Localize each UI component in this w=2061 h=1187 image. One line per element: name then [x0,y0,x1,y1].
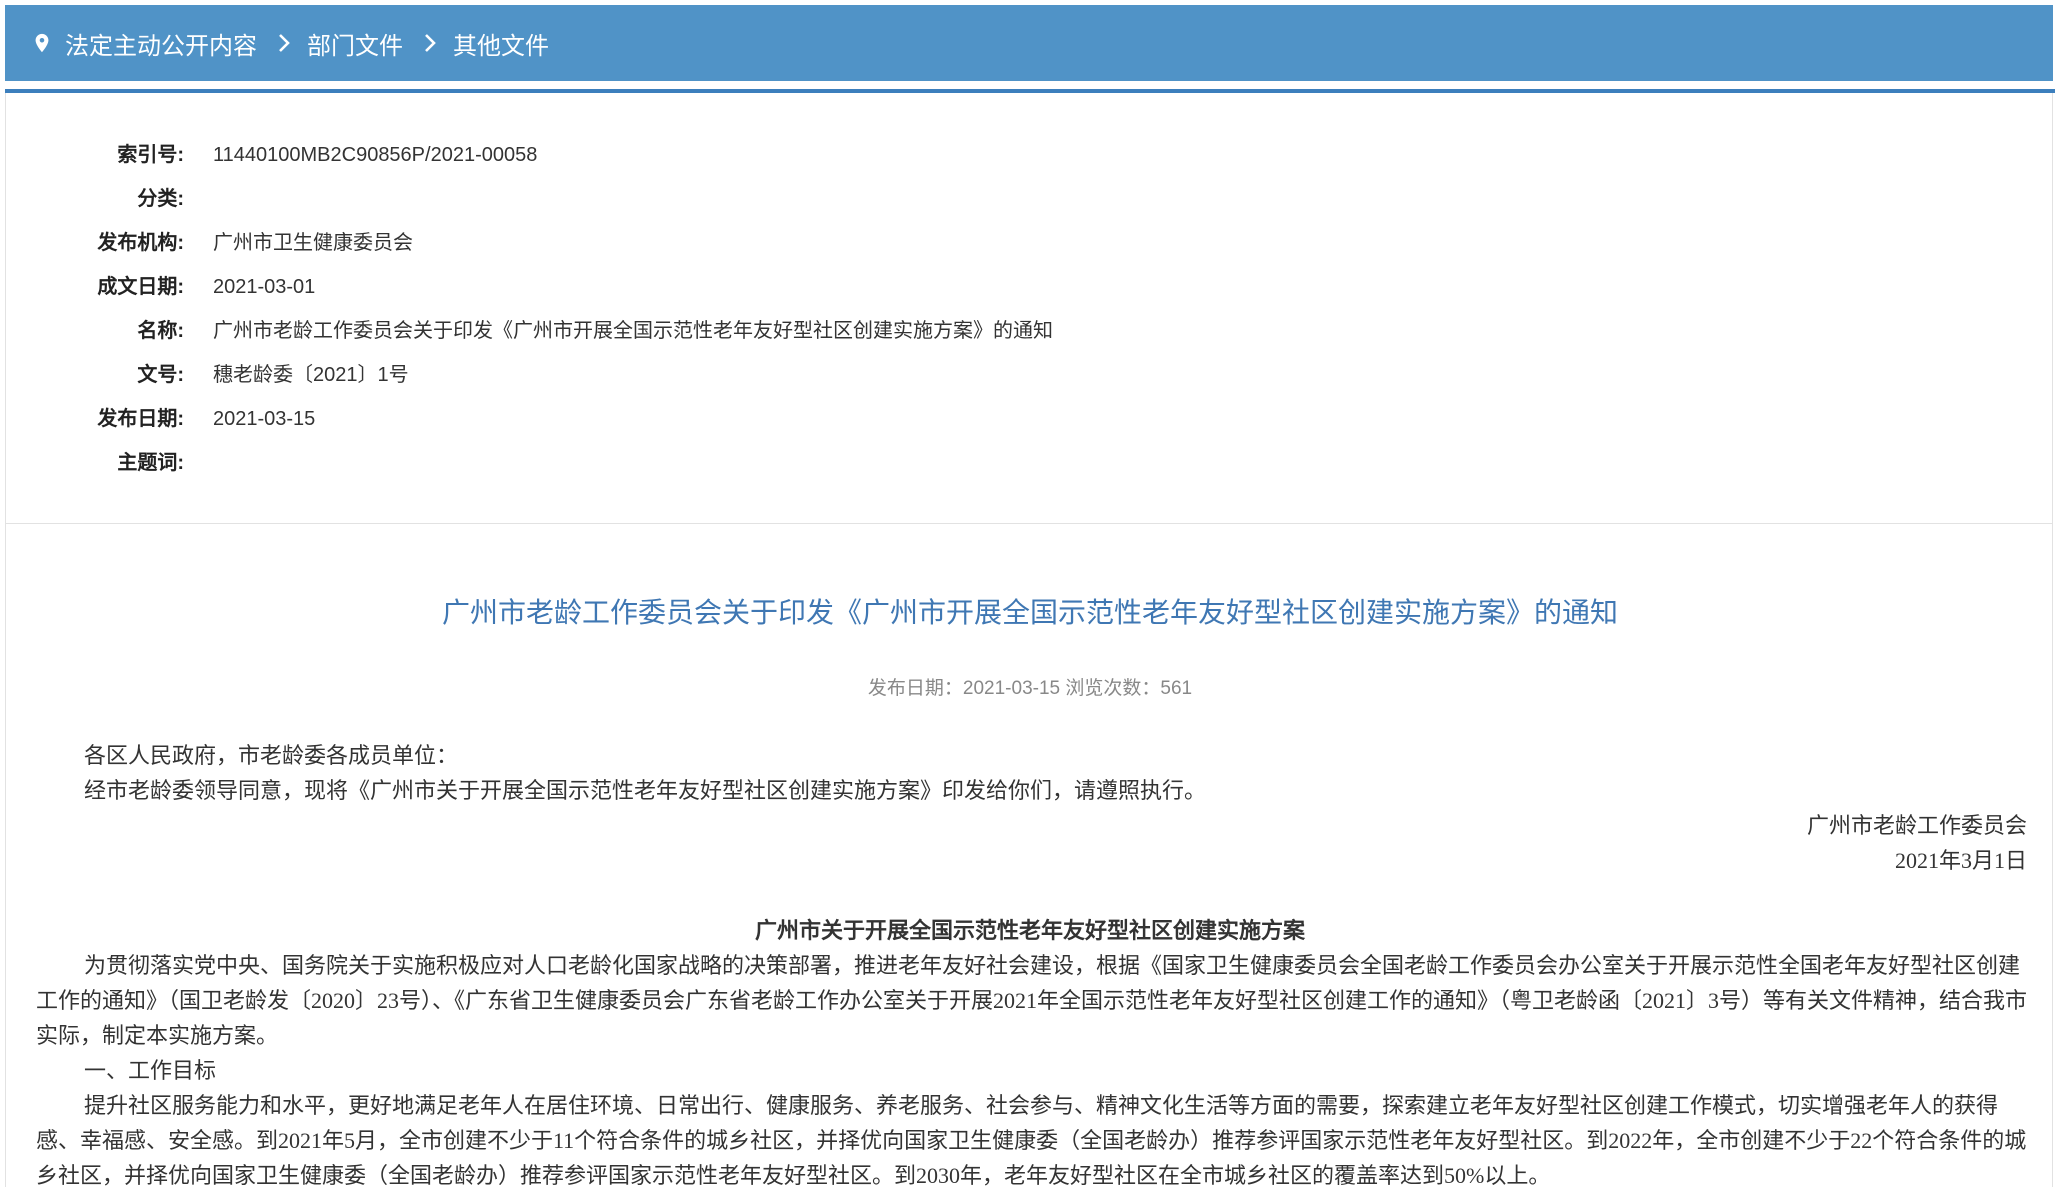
meta-value: 2021-03-01 [213,276,316,298]
meta-label: 文号: [137,364,184,386]
sign-date: 2021年3月1日 [1894,848,2027,873]
meta-row-category: 分类: [6,177,2052,221]
meta-label: 分类: [137,188,184,210]
section-heading: 一、工作目标 [84,1058,217,1083]
meta-value: 2021-03-15 [213,408,316,430]
signer: 广州市老龄工作委员会 [1806,813,2027,838]
breadcrumb: 法定主动公开内容 部门文件 其他文件 [5,5,2053,81]
article-title: 广州市老龄工作委员会关于印发《广州市开展全国示范性老年友好型社区创建实施方案》的… [441,597,1618,628]
article-publish-info: 发布日期：2021-03-15 浏览次数：561 [867,678,1193,699]
intro-paragraph: 经市老龄委领导同意，现将《广州市关于开展全国示范性老年友好型社区创建实施方案》印… [84,778,1207,803]
meta-label: 主题词: [117,452,184,474]
meta-label: 名称: [137,320,184,342]
meta-row-written-date: 成文日期: 2021-03-01 [6,265,2052,309]
metadata-table: 索引号: 11440100MB2C90856P/2021-00058 分类: 发… [6,133,2052,485]
location-pin-icon [35,33,49,53]
meta-label: 成文日期: [97,276,184,298]
meta-row-keywords: 主题词: [6,441,2052,485]
body-paragraph: 为贯彻落实党中央、国务院关于实施积极应对人口老龄化国家战略的决策部署，推进老年友… [36,953,2028,1048]
meta-label: 索引号: [117,144,184,166]
meta-row-publisher: 发布机构: 广州市卫生健康委员会 [6,221,2052,265]
body-paragraph: 提升社区服务能力和水平，更好地满足老年人在居住环境、日常出行、健康服务、养老服务… [36,1093,2027,1187]
document-panel: 索引号: 11440100MB2C90856P/2021-00058 分类: 发… [5,93,2053,1187]
meta-row-publish-date: 发布日期: 2021-03-15 [6,397,2052,441]
meta-row-doc-number: 文号: 穗老龄委〔2021〕1号 [6,353,2052,397]
meta-row-name: 名称: 广州市老龄工作委员会关于印发《广州市开展全国示范性老年友好型社区创建实施… [6,309,2052,353]
chevron-right-icon [425,34,436,52]
meta-value: 穗老龄委〔2021〕1号 [213,364,409,386]
meta-value: 11440100MB2C90856P/2021-00058 [213,144,538,166]
breadcrumb-item-public-content[interactable]: 法定主动公开内容 [65,26,257,61]
meta-value: 广州市卫生健康委员会 [213,232,413,254]
salutation: 各区人民政府，市老龄委各成员单位： [84,743,459,768]
section-divider [6,523,2052,524]
page: 法定主动公开内容 部门文件 其他文件 索引号: 11440100MB2C9085… [0,0,2061,1187]
chevron-right-icon [279,34,290,52]
breadcrumb-item-department-files[interactable]: 部门文件 [307,26,403,61]
meta-label: 发布日期: [97,408,184,430]
meta-label: 发布机构: [97,232,184,254]
meta-row-index: 索引号: 11440100MB2C90856P/2021-00058 [6,133,2052,177]
breadcrumb-item-other-files[interactable]: 其他文件 [453,26,549,61]
meta-value: 广州市老龄工作委员会关于印发《广州市开展全国示范性老年友好型社区创建实施方案》的… [213,320,1053,342]
plan-title: 广州市关于开展全国示范性老年友好型社区创建实施方案 [754,918,1305,943]
